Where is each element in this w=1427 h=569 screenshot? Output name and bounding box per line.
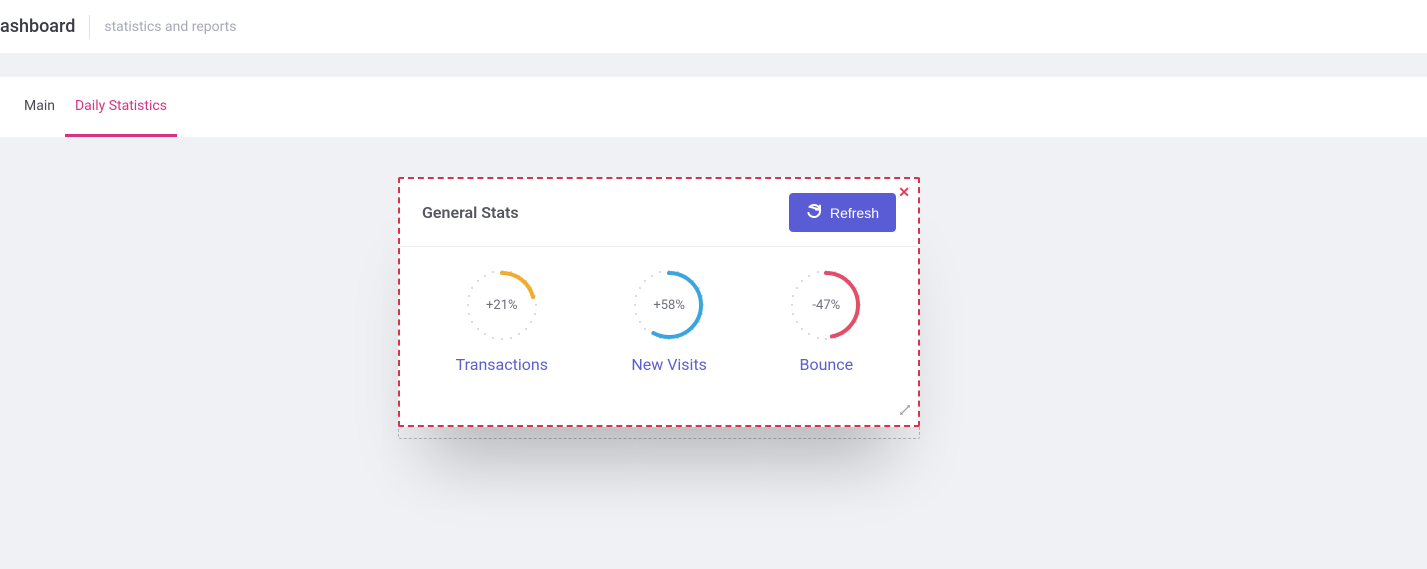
general-stats-card[interactable]: ✕ General Stats Refresh bbox=[398, 177, 920, 427]
stat-label: New Visits bbox=[631, 355, 707, 374]
tab-label: Main bbox=[24, 98, 55, 114]
pie-new-visits: +58% bbox=[633, 269, 705, 341]
tab-main[interactable]: Main bbox=[14, 77, 65, 137]
page-title: ashboard bbox=[0, 16, 89, 37]
tab-label: Daily Statistics bbox=[75, 98, 167, 114]
stat-bounce: -47% Bounce bbox=[790, 269, 862, 374]
stat-label: Transactions bbox=[456, 355, 548, 374]
tabbar: Main Daily Statistics bbox=[0, 77, 1427, 137]
refresh-button[interactable]: Refresh bbox=[789, 193, 896, 232]
page-header: ashboard statistics and reports bbox=[0, 0, 1427, 53]
pie-value: +21% bbox=[466, 269, 538, 341]
close-icon[interactable]: ✕ bbox=[898, 185, 910, 201]
pie-bounce: -47% bbox=[790, 269, 862, 341]
stat-label: Bounce bbox=[799, 355, 853, 374]
card-header: General Stats Refresh bbox=[400, 179, 918, 247]
pie-value: -47% bbox=[790, 269, 862, 341]
resize-handle-icon[interactable] bbox=[898, 402, 912, 421]
tab-daily-statistics[interactable]: Daily Statistics bbox=[65, 77, 177, 137]
refresh-button-label: Refresh bbox=[830, 205, 879, 221]
stat-new-visits: +58% New Visits bbox=[631, 269, 707, 374]
card-title: General Stats bbox=[422, 203, 519, 222]
stat-transactions: +21% Transactions bbox=[456, 269, 548, 374]
page-subtitle: statistics and reports bbox=[104, 19, 236, 35]
pie-transactions: +21% bbox=[466, 269, 538, 341]
pie-value: +58% bbox=[633, 269, 705, 341]
content-area: ✕ General Stats Refresh bbox=[0, 137, 1427, 177]
card-body: +21% Transactions +58% New Visits bbox=[400, 247, 918, 388]
header-divider bbox=[89, 15, 90, 39]
refresh-icon bbox=[806, 203, 822, 222]
